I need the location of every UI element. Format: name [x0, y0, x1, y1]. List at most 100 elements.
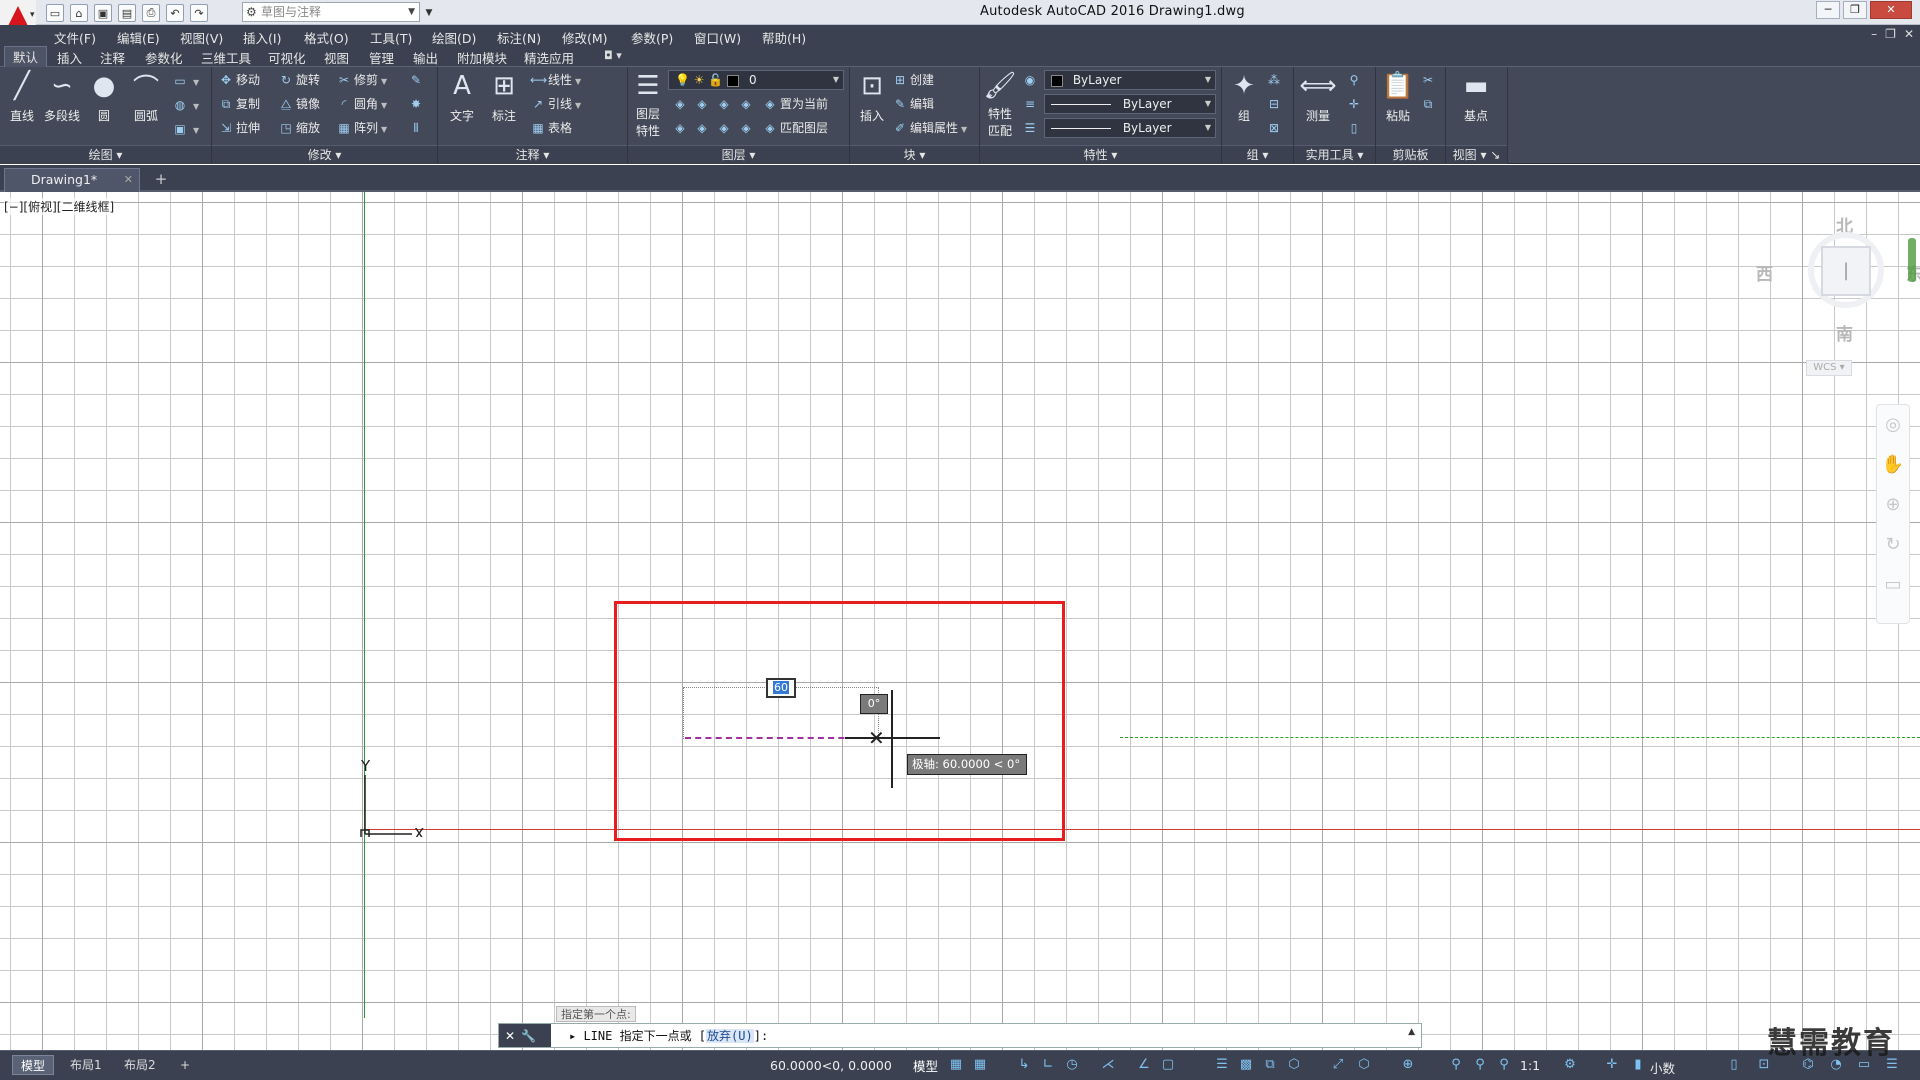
menu-parametric[interactable]: 参数(P) — [631, 28, 673, 47]
annotation-visibility-icon[interactable]: ⚲ — [1448, 1057, 1464, 1073]
file-tab-drawing1[interactable]: Drawing1* ✕ — [4, 168, 140, 192]
annotation-panel-footer[interactable]: 注释 ▾ — [438, 145, 627, 164]
layer-freeze-button[interactable]: ◈ — [716, 94, 734, 114]
print-icon[interactable]: ⎙ — [142, 4, 160, 22]
tab-visualize[interactable]: 可视化 — [268, 48, 306, 67]
grid-display-icon[interactable]: ▦ — [948, 1057, 964, 1073]
menu-view[interactable]: 视图(V) — [180, 28, 223, 47]
customize-qat-button[interactable]: ▼ — [422, 4, 436, 22]
layer-lock-button[interactable]: ◈ — [738, 94, 756, 114]
ungroup-button[interactable]: ⁂ — [1266, 70, 1284, 90]
save-icon[interactable]: ▣ — [94, 4, 112, 22]
layer-on-button[interactable]: ◈ — [672, 118, 690, 138]
tab-parametric[interactable]: 参数化 — [145, 48, 183, 67]
menu-draw[interactable]: 绘图(D) — [432, 28, 476, 47]
create-block-button[interactable]: ⊞ 创建 — [892, 70, 934, 90]
ortho-icon[interactable]: ∟ — [1040, 1057, 1056, 1073]
gizmo-icon[interactable]: ⊕ — [1400, 1057, 1416, 1073]
edit-attribute-button[interactable]: ✐ 编辑属性 ▼ — [892, 118, 967, 138]
layer-unisolate-button[interactable]: ◈ — [694, 118, 712, 138]
maximize-button[interactable]: ❐ — [1843, 1, 1867, 19]
color-dropdown[interactable]: ByLayer ▼ — [1044, 70, 1216, 90]
menu-window[interactable]: 窗口(W) — [694, 28, 741, 47]
group-button[interactable]: ✦ 组 — [1224, 69, 1264, 124]
undo-icon[interactable]: ↶ — [166, 4, 184, 22]
viewcube-west[interactable]: 西 — [1756, 260, 1773, 285]
viewcube[interactable]: 北 西 东 南 | WCS ▾ — [1756, 208, 1920, 398]
tab-view[interactable]: 视图 — [324, 48, 349, 67]
annotation-scale-value[interactable]: 1:1 — [1520, 1058, 1540, 1073]
selection-filter-icon[interactable]: ⬡ — [1356, 1057, 1372, 1073]
layer-off-button[interactable]: ◈ — [672, 94, 690, 114]
menu-file[interactable]: 文件(F) — [54, 28, 96, 47]
copy-clip-button[interactable]: ⧉ — [1420, 94, 1438, 114]
tab-layout1[interactable]: 布局1 — [62, 1055, 110, 1075]
lineweight-dropdown[interactable]: ByLayer ▼ — [1044, 118, 1216, 138]
rotate-button[interactable]: ↻ 旋转 — [278, 70, 320, 90]
doc-minimize-button[interactable]: – — [1871, 27, 1877, 41]
array-button[interactable]: ▦ 阵列 ▼ — [336, 118, 387, 138]
tab-insert[interactable]: 插入 — [57, 48, 82, 67]
rectangle-button[interactable]: ▭ ▼ — [172, 71, 199, 91]
tab-output[interactable]: 输出 — [413, 48, 438, 67]
command-prompt[interactable]: ▸ LINE 指定下一点或 [放弃(U)]: — [569, 1027, 768, 1044]
linear-dimension-button[interactable]: ⟷线性 ▼ — [530, 70, 581, 90]
cut-button[interactable]: ✂ — [1420, 70, 1438, 90]
scale-button[interactable]: ◳ 缩放 — [278, 118, 320, 138]
groups-panel-footer[interactable]: 组 ▾ — [1222, 145, 1293, 164]
edit-block-button[interactable]: ✎ 编辑 — [892, 94, 934, 114]
circle-button[interactable]: ● 圆 — [84, 69, 124, 124]
group-select-button[interactable]: ⊠ — [1266, 118, 1284, 138]
add-layout-button[interactable]: + — [172, 1055, 198, 1075]
open-file-icon[interactable]: ⌂ — [70, 4, 88, 22]
command-line[interactable]: ✕ 🔧 ▸ LINE 指定下一点或 [放弃(U)]: ▲ — [498, 1023, 1422, 1048]
region-button[interactable]: ▣ ▼ — [172, 119, 199, 139]
units-icon[interactable]: ▮ — [1630, 1057, 1646, 1073]
cursor-coordinates[interactable]: 60.0000<0, 0.0000 — [770, 1058, 906, 1073]
showmotion-icon[interactable]: ▭ — [1877, 565, 1909, 605]
hatch-button[interactable]: ◍ ▼ — [172, 95, 199, 115]
tab-home[interactable]: 默认 — [4, 46, 48, 67]
chevron-up-icon[interactable]: ▲ — [1408, 1027, 1415, 1037]
arc-button[interactable]: ⌒ 圆弧 — [126, 69, 166, 124]
object-snap-icon[interactable]: ▢ — [1160, 1057, 1176, 1073]
insert-block-button[interactable]: ⊡ 插入 — [852, 69, 892, 124]
menu-modify[interactable]: 修改(M) — [562, 28, 608, 47]
erase-button[interactable]: ✎ — [408, 70, 426, 90]
quick-select-button[interactable]: ⚲ — [1346, 70, 1364, 90]
table-button[interactable]: ▦ 表格 — [530, 118, 572, 138]
tab-layout2[interactable]: 布局2 — [116, 1055, 164, 1075]
annotation-monitor-icon[interactable]: ✛ — [1604, 1057, 1620, 1073]
menu-tools[interactable]: 工具(T) — [370, 28, 412, 47]
workspace-select[interactable]: ⚙ 草图与注释 ▼ — [242, 2, 420, 22]
match-properties-button[interactable]: 🖌 特性 匹配 — [980, 69, 1020, 139]
viewcube-south[interactable]: 南 — [1836, 320, 1853, 345]
paste-button[interactable]: 📋 粘贴 — [1378, 69, 1418, 124]
layer-thaw-button[interactable]: ◈ — [716, 118, 734, 138]
linetype-button[interactable]: ≡ — [1022, 94, 1040, 114]
dynamic-ucs-icon[interactable]: ⤢ — [1330, 1057, 1346, 1073]
layer-isolate-button[interactable]: ◈ — [694, 94, 712, 114]
stretch-button[interactable]: ⇲ 拉伸 — [218, 118, 260, 138]
color-wheel-button[interactable]: ◉ — [1022, 70, 1040, 90]
close-icon[interactable]: ✕ — [505, 1029, 515, 1043]
wcs-menu[interactable]: WCS ▾ — [1806, 360, 1852, 376]
tab-model[interactable]: 模型 — [12, 1055, 55, 1075]
isometric-icon[interactable]: ⋌ — [1100, 1057, 1116, 1073]
leader-button[interactable]: ↗ 引线 ▼ — [530, 94, 581, 114]
linetype-dropdown[interactable]: ByLayer ▼ — [1044, 94, 1216, 114]
drawing-area[interactable]: [−][俯视][二维线框] Y X 北 西 东 南 | WCS ▾ ◎ ✋ ⊕ … — [0, 192, 1920, 1050]
menu-format[interactable]: 格式(O) — [304, 28, 349, 47]
move-button[interactable]: ✥ 移动 — [218, 70, 260, 90]
tab-addins[interactable]: 附加模块 — [457, 48, 507, 67]
ribbon-display-toggle-icon[interactable]: ◘ ▾ — [604, 49, 622, 62]
trim-button[interactable]: ✂ 修剪 ▼ — [336, 70, 387, 90]
utilities-panel-footer[interactable]: 实用工具 ▾ — [1294, 145, 1375, 164]
line-button[interactable]: ╱ 直线 — [2, 69, 42, 124]
pan-icon[interactable]: ✋ — [1877, 445, 1909, 485]
minimize-button[interactable]: ─ — [1816, 1, 1840, 19]
close-button[interactable]: ✕ — [1870, 1, 1912, 19]
menu-edit[interactable]: 编辑(E) — [117, 28, 160, 47]
transparency-icon[interactable]: ▩ — [1238, 1057, 1254, 1073]
orbit-icon[interactable]: ↻ — [1877, 525, 1909, 565]
